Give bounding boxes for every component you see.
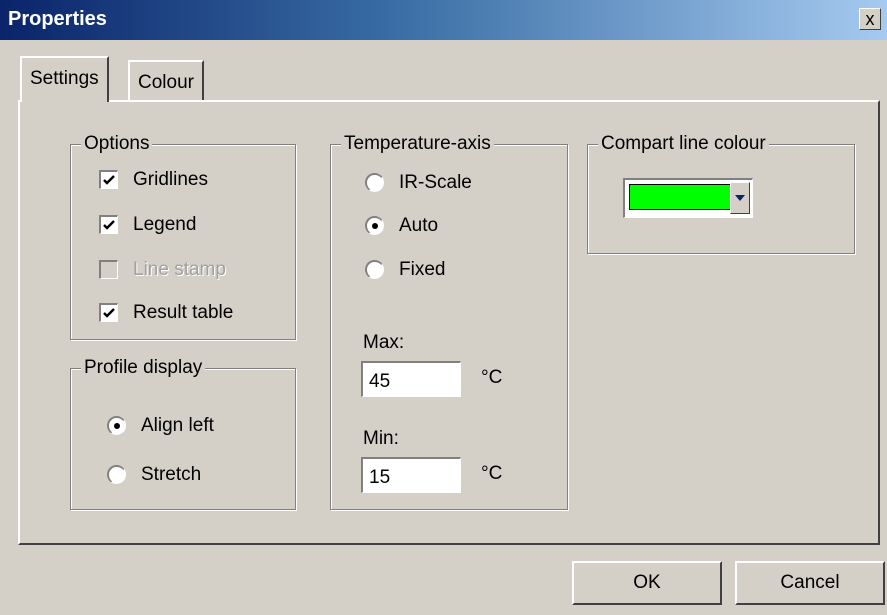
min-input[interactable]: 15 bbox=[361, 457, 461, 493]
temperature-axis-group: Temperature-axis IR-Scale Auto Fixed Max… bbox=[330, 133, 568, 510]
line-stamp-label: Line stamp bbox=[133, 259, 226, 280]
ir-scale-radio[interactable] bbox=[365, 173, 384, 192]
tab-panel-settings: Options Gridlines Legend Line stamp Resu… bbox=[18, 100, 880, 545]
align-left-radio[interactable] bbox=[107, 416, 126, 435]
profile-display-group: Profile display Align left Stretch bbox=[70, 357, 296, 510]
cancel-button[interactable]: Cancel bbox=[735, 561, 885, 605]
fixed-radio[interactable] bbox=[365, 260, 384, 279]
temperature-axis-group-label: Temperature-axis bbox=[341, 133, 494, 155]
title-bar: Properties x bbox=[0, 0, 887, 40]
gridlines-checkbox[interactable] bbox=[99, 170, 118, 189]
result-table-checkbox[interactable] bbox=[99, 303, 118, 322]
checkmark-icon bbox=[103, 220, 115, 230]
max-input-value: 45 bbox=[369, 371, 391, 392]
radio-dot-icon bbox=[372, 223, 378, 229]
tab-settings[interactable]: Settings bbox=[20, 56, 109, 102]
stretch-label: Stretch bbox=[141, 464, 202, 485]
close-icon: x bbox=[865, 9, 875, 29]
min-input-value: 15 bbox=[369, 467, 391, 488]
auto-label: Auto bbox=[399, 215, 439, 236]
ok-button[interactable]: OK bbox=[572, 561, 722, 605]
tab-settings-label: Settings bbox=[30, 68, 99, 89]
options-group: Options Gridlines Legend Line stamp Resu… bbox=[70, 133, 296, 340]
tab-colour-label: Colour bbox=[138, 72, 194, 93]
checkmark-icon bbox=[103, 308, 115, 318]
fixed-label: Fixed bbox=[399, 259, 446, 280]
window-title: Properties bbox=[8, 8, 107, 30]
tab-colour[interactable]: Colour bbox=[128, 60, 204, 100]
close-button[interactable]: x bbox=[859, 8, 881, 30]
colour-select[interactable] bbox=[623, 178, 753, 218]
chevron-down-icon bbox=[735, 195, 745, 201]
auto-radio[interactable] bbox=[365, 216, 384, 235]
options-group-label: Options bbox=[81, 133, 153, 155]
profile-display-group-label: Profile display bbox=[81, 357, 206, 379]
ir-scale-label: IR-Scale bbox=[399, 172, 472, 193]
colour-dropdown-button[interactable] bbox=[730, 182, 750, 214]
result-table-label: Result table bbox=[133, 302, 234, 323]
max-unit-label: °C bbox=[481, 367, 503, 388]
colour-swatch bbox=[629, 184, 733, 210]
gridlines-label: Gridlines bbox=[133, 169, 208, 190]
legend-checkbox[interactable] bbox=[99, 215, 118, 234]
compart-line-colour-group-label: Compart line colour bbox=[598, 133, 769, 155]
max-label: Max: bbox=[363, 332, 405, 353]
compart-line-colour-group: Compart line colour bbox=[587, 133, 855, 254]
radio-dot-icon bbox=[114, 423, 120, 429]
min-unit-label: °C bbox=[481, 463, 503, 484]
checkmark-icon bbox=[103, 175, 115, 185]
line-stamp-checkbox bbox=[99, 260, 118, 279]
min-label: Min: bbox=[363, 428, 399, 449]
stretch-radio[interactable] bbox=[107, 465, 126, 484]
align-left-label: Align left bbox=[141, 415, 214, 436]
legend-label: Legend bbox=[133, 214, 197, 235]
max-input[interactable]: 45 bbox=[361, 361, 461, 397]
